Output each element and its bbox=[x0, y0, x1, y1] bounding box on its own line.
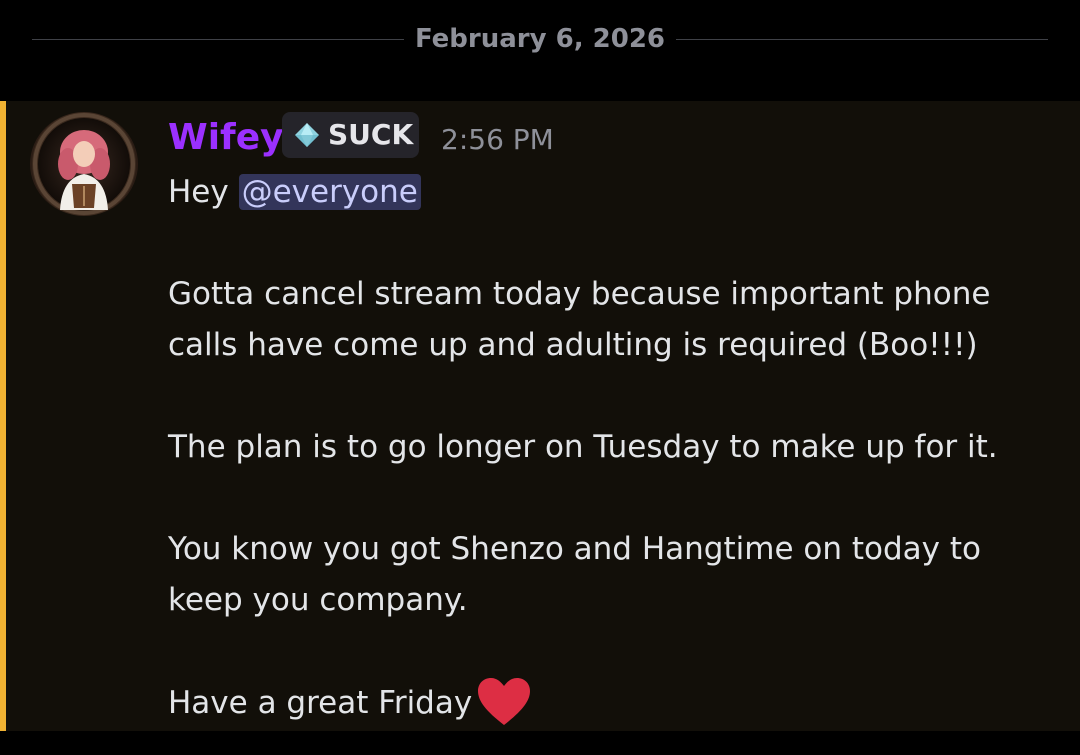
closing-text: Have a great Friday bbox=[168, 685, 473, 721]
greeting-text: Hey bbox=[168, 174, 239, 210]
username[interactable]: Wifey bbox=[168, 116, 284, 160]
mention-highlight-bar bbox=[0, 101, 6, 731]
discord-channel-view: February 6, 2026 Wifey SUCK 2:56 PM Hey … bbox=[0, 0, 1080, 755]
server-tag-label: SUCK bbox=[328, 118, 414, 151]
message-timestamp[interactable]: 2:56 PM bbox=[441, 122, 554, 158]
divider-line-right bbox=[676, 39, 1048, 40]
avatar-image bbox=[32, 112, 136, 216]
chat-message[interactable]: Wifey SUCK 2:56 PM Hey @everyone Gotta c… bbox=[0, 101, 1080, 731]
paragraph-plan: The plan is to go longer on Tuesday to m… bbox=[168, 429, 998, 465]
greeting-line: Hey @everyone bbox=[168, 167, 1058, 218]
bottom-strip bbox=[0, 731, 1080, 755]
paragraph-company: You know you got Shenzo and Hangtime on … bbox=[168, 531, 991, 618]
avatar[interactable] bbox=[30, 112, 138, 216]
date-divider: February 6, 2026 bbox=[0, 0, 1080, 80]
closing-line: Have a great Friday bbox=[168, 677, 1058, 729]
date-divider-label: February 6, 2026 bbox=[414, 24, 666, 54]
divider-line-left bbox=[32, 39, 404, 40]
message-header: Wifey SUCK 2:56 PM bbox=[168, 112, 1048, 162]
server-tag[interactable]: SUCK bbox=[282, 112, 419, 158]
diamond-gem-icon bbox=[295, 123, 319, 147]
heart-icon bbox=[478, 678, 531, 725]
everyone-mention[interactable]: @everyone bbox=[238, 174, 421, 210]
paragraph-cancel-stream: Gotta cancel stream today because import… bbox=[168, 276, 1001, 363]
message-content: Hey @everyone Gotta cancel stream today … bbox=[168, 167, 1058, 729]
